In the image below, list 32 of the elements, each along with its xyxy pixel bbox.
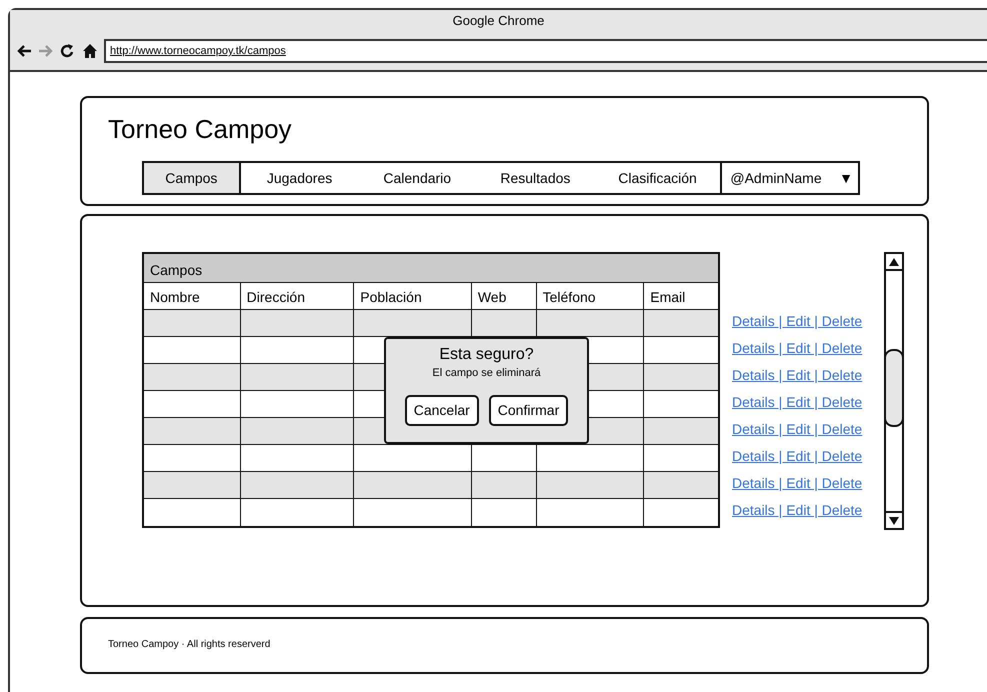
address-bar[interactable]: http://www.torneocampoy.tk/campos xyxy=(104,39,987,63)
column-header: Web xyxy=(472,283,537,309)
window-title: Google Chrome xyxy=(452,12,546,30)
dialog-title: Esta seguro? xyxy=(438,345,535,365)
scrollbar[interactable] xyxy=(884,252,904,530)
column-header: Nombre xyxy=(144,283,241,309)
row-action-link[interactable]: Details | Edit | Delete xyxy=(732,308,862,335)
row-action-link[interactable]: Details | Edit | Delete xyxy=(732,335,862,362)
table-title: Campos xyxy=(144,254,718,283)
reload-icon[interactable] xyxy=(60,43,76,59)
row-action-link[interactable]: Details | Edit | Delete xyxy=(732,362,862,389)
column-header: Email xyxy=(649,288,686,307)
back-arrow-icon[interactable] xyxy=(16,43,32,59)
scroll-down-icon[interactable] xyxy=(889,516,899,524)
column-header: Población xyxy=(354,283,472,309)
column-header: Teléfono xyxy=(536,283,644,309)
nav-tab[interactable]: Campos xyxy=(144,163,241,193)
row-action-link[interactable]: Details | Edit | Delete xyxy=(732,497,862,524)
row-action-link[interactable]: Details | Edit | Delete xyxy=(732,443,862,470)
site-title: Torneo Campoy xyxy=(108,113,293,146)
footer-text: Torneo Campoy · All rights reserverd xyxy=(108,638,272,652)
row-action-link[interactable]: Details | Edit | Delete xyxy=(732,470,862,497)
dialog-button[interactable]: Confirmar xyxy=(488,395,568,426)
scroll-up-icon[interactable] xyxy=(889,258,899,266)
home-icon[interactable] xyxy=(82,43,98,59)
dialog-button[interactable]: Cancelar xyxy=(404,395,479,426)
row-action-link[interactable]: Details | Edit | Delete xyxy=(732,389,862,416)
column-header: Dirección xyxy=(240,283,354,309)
scroll-thumb[interactable] xyxy=(884,349,904,427)
row-action-link[interactable]: Details | Edit | Delete xyxy=(732,416,862,443)
caret-icon: ▼ xyxy=(839,168,853,188)
dialog-message: El campo se eliminará xyxy=(431,366,542,381)
